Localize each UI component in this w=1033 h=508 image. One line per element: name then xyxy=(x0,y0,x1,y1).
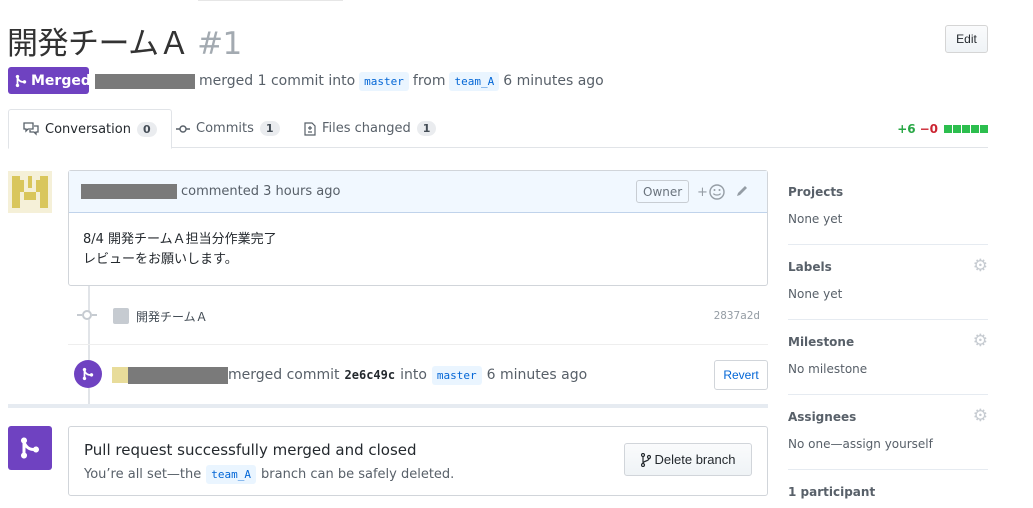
comment-body: 8/4 開発チームＡ担当分作業完了 レビューをお願いします。 xyxy=(69,213,767,287)
merged-state-icon xyxy=(8,426,52,470)
pr-number: #1 xyxy=(197,26,242,62)
sidebar-milestone-value: No milestone xyxy=(788,362,868,376)
sidebar-labels-title[interactable]: Labels xyxy=(788,260,832,274)
tab-files-count: 1 xyxy=(416,121,437,136)
comment-header-text[interactable]: commented 3 hours ago xyxy=(181,184,340,199)
diffstat-additions: +6 xyxy=(897,122,916,136)
time-ago: 6 minutes ago xyxy=(503,73,604,89)
merge-into-text: into xyxy=(400,367,427,383)
merge-event-time: 6 minutes ago xyxy=(486,367,588,383)
merge-desc-after: branch can be safely deleted. xyxy=(261,467,455,482)
timeline-divider xyxy=(68,344,768,345)
owner-badge: Owner xyxy=(636,180,690,203)
git-merge-icon xyxy=(82,367,94,381)
deletable-branch[interactable]: team_A xyxy=(206,465,257,484)
participants-count: 1 participant xyxy=(788,485,876,499)
sidebar-projects-value: None yet xyxy=(788,212,843,226)
identicon-image xyxy=(8,172,52,212)
comment-box: commented 3 hours ago Owner + 8/4 開発チームＡ… xyxy=(68,170,768,286)
pencil-icon xyxy=(737,186,747,196)
comment-header: commented 3 hours ago Owner + xyxy=(69,171,767,213)
sidebar-milestone: Milestone ⚙ No milestone xyxy=(788,320,988,395)
tab-files-label: Files changed xyxy=(322,121,411,136)
labels-gear-icon[interactable]: ⚙ xyxy=(973,256,988,276)
sidebar-labels-value: None yet xyxy=(788,287,843,301)
comment-discussion-icon xyxy=(23,122,39,136)
merge-commit-sha[interactable]: 2e6c49c xyxy=(345,368,396,382)
sidebar-labels: Labels ⚙ None yet xyxy=(788,245,988,320)
top-divider xyxy=(198,0,343,1)
edit-button[interactable]: Edit xyxy=(945,25,988,53)
merged-badge-label: Merged xyxy=(31,72,91,89)
pr-title: 開発チームＡ #1 xyxy=(7,18,242,63)
assignees-gear-icon[interactable]: ⚙ xyxy=(973,406,988,426)
author-avatar[interactable] xyxy=(8,171,52,213)
discussion-divider xyxy=(8,404,768,408)
tab-commits-label: Commits xyxy=(196,121,254,136)
sidebar-assignees-value[interactable]: No one—assign yourself xyxy=(788,437,933,451)
sidebar-milestone-title[interactable]: Milestone xyxy=(788,335,854,349)
head-branch[interactable]: team_A xyxy=(449,71,500,91)
tab-conversation-label: Conversation xyxy=(45,121,131,137)
sidebar-assignees: Assignees ⚙ No one—assign yourself xyxy=(788,395,988,470)
merge-event: merged commit 2e6c49c into master 6 minu… xyxy=(112,365,587,385)
git-commit-icon xyxy=(176,124,190,133)
sidebar-projects: Projects None yet xyxy=(788,170,988,245)
delete-branch-label: Delete branch xyxy=(654,452,736,467)
file-diff-icon xyxy=(304,121,316,136)
pr-tabs: Conversation 0 Commits 1 Files changed 1… xyxy=(8,109,988,149)
merged-status-badge: Merged xyxy=(8,67,91,94)
base-branch[interactable]: master xyxy=(359,71,409,91)
sidebar-assignees-title[interactable]: Assignees xyxy=(788,410,856,424)
sidebar: Projects None yet Labels ⚙ None yet Mile… xyxy=(788,170,988,470)
add-reaction-button[interactable]: + xyxy=(697,184,725,200)
sidebar-projects-title[interactable]: Projects xyxy=(788,185,843,199)
author-mini-avatar[interactable] xyxy=(113,308,129,324)
diffstat-deletions: −0 xyxy=(919,122,938,136)
redacted-merger[interactable] xyxy=(128,366,228,384)
comment-line-1: 8/4 開発チームＡ担当分作業完了 xyxy=(83,232,277,247)
pr-meta: merged 1 commit into master from team_A … xyxy=(95,71,608,91)
git-merge-icon xyxy=(15,74,27,87)
merge-event-text: merged commit xyxy=(228,367,340,383)
revert-button[interactable]: Revert xyxy=(714,360,768,390)
merge-desc-before: You’re all set—the xyxy=(84,467,202,482)
tab-commits-count: 1 xyxy=(259,121,280,136)
diffstat-blocks xyxy=(944,125,988,133)
merge-event-icon xyxy=(74,360,102,388)
redacted-username[interactable] xyxy=(95,73,195,89)
commit-row: 開発チームＡ 2837a2d xyxy=(68,300,768,330)
git-merge-icon xyxy=(21,437,39,459)
milestone-gear-icon[interactable]: ⚙ xyxy=(973,331,988,351)
merge-target-branch[interactable]: master xyxy=(431,365,482,385)
commit-message[interactable]: 開発チームＡ xyxy=(136,308,208,325)
from-text: from xyxy=(412,73,446,89)
merger-mini-avatar[interactable] xyxy=(112,367,128,383)
merge-status-box: Pull request successfully merged and clo… xyxy=(68,426,768,496)
smiley-icon xyxy=(709,184,725,200)
git-branch-icon xyxy=(640,452,651,467)
tab-conversation[interactable]: Conversation 0 xyxy=(8,109,172,149)
diffstat[interactable]: +6 −0 xyxy=(897,122,988,136)
tab-files-changed[interactable]: Files changed 1 xyxy=(304,109,437,148)
reaction-plus: + xyxy=(697,184,708,200)
pr-title-text: 開発チームＡ xyxy=(7,26,190,62)
tab-conversation-count: 0 xyxy=(136,121,157,137)
redacted-commenter[interactable] xyxy=(81,184,177,199)
delete-branch-button[interactable]: Delete branch xyxy=(624,443,752,476)
commit-dot-icon xyxy=(77,310,97,320)
commit-sha[interactable]: 2837a2d xyxy=(714,309,760,322)
tab-commits[interactable]: Commits 1 xyxy=(176,109,280,148)
comment-line-2: レビューをお願いします。 xyxy=(83,252,238,267)
merged-text: merged 1 commit into xyxy=(199,73,356,89)
edit-comment-button[interactable] xyxy=(735,184,749,202)
